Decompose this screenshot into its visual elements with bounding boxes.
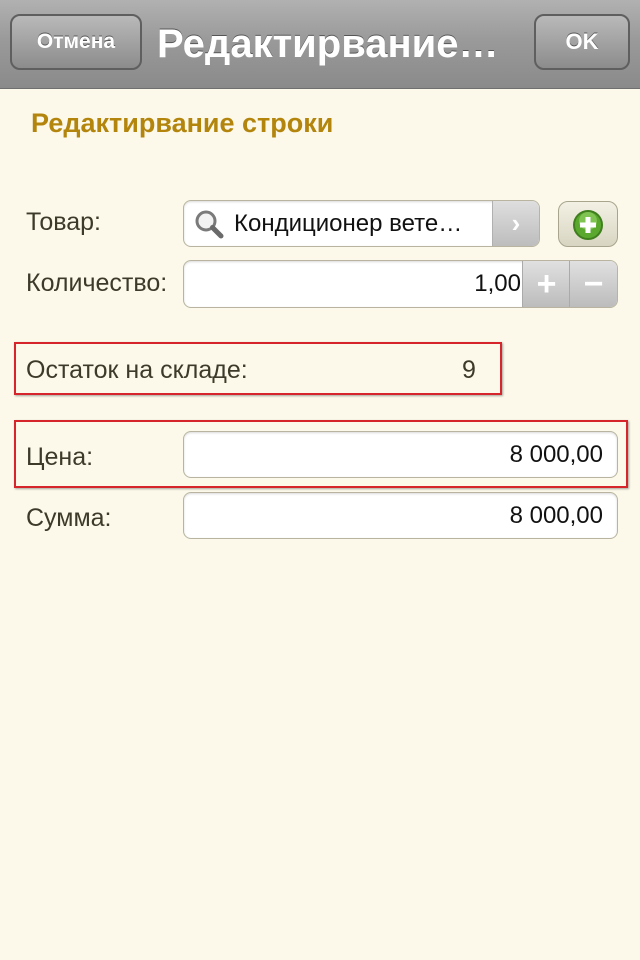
- add-product-button[interactable]: [558, 201, 618, 247]
- price-value: 8 000,00: [509, 441, 603, 468]
- stock-value: 9: [462, 356, 476, 384]
- decrement-button[interactable]: −: [569, 261, 617, 307]
- sum-value: 8 000,00: [509, 502, 603, 529]
- navigation-bar: Отмена Редактирвание… OK: [0, 0, 640, 89]
- product-label: Товар:: [26, 208, 101, 236]
- price-label: Цена:: [26, 443, 94, 471]
- sum-label: Сумма:: [26, 504, 112, 532]
- product-field[interactable]: Кондиционер вете… ›: [183, 200, 540, 247]
- ok-button[interactable]: OK: [534, 14, 630, 70]
- quantity-stepper[interactable]: 1,00 + −: [183, 260, 618, 308]
- stock-label: Остаток на складе:: [26, 356, 248, 384]
- sum-field[interactable]: 8 000,00: [183, 492, 618, 539]
- search-icon: [194, 209, 224, 239]
- quantity-value: 1,00: [474, 270, 521, 297]
- chevron-right-icon[interactable]: ›: [492, 201, 539, 246]
- cancel-button[interactable]: Отмена: [10, 14, 142, 70]
- product-value: Кондиционер вете…: [234, 210, 463, 237]
- price-field[interactable]: 8 000,00: [183, 431, 618, 478]
- window-title: Редактирвание…: [157, 22, 499, 66]
- increment-button[interactable]: +: [522, 261, 570, 307]
- page-title: Редактирвание строки: [31, 108, 334, 138]
- plus-circle-icon: [572, 209, 604, 246]
- quantity-label: Количество:: [26, 269, 168, 297]
